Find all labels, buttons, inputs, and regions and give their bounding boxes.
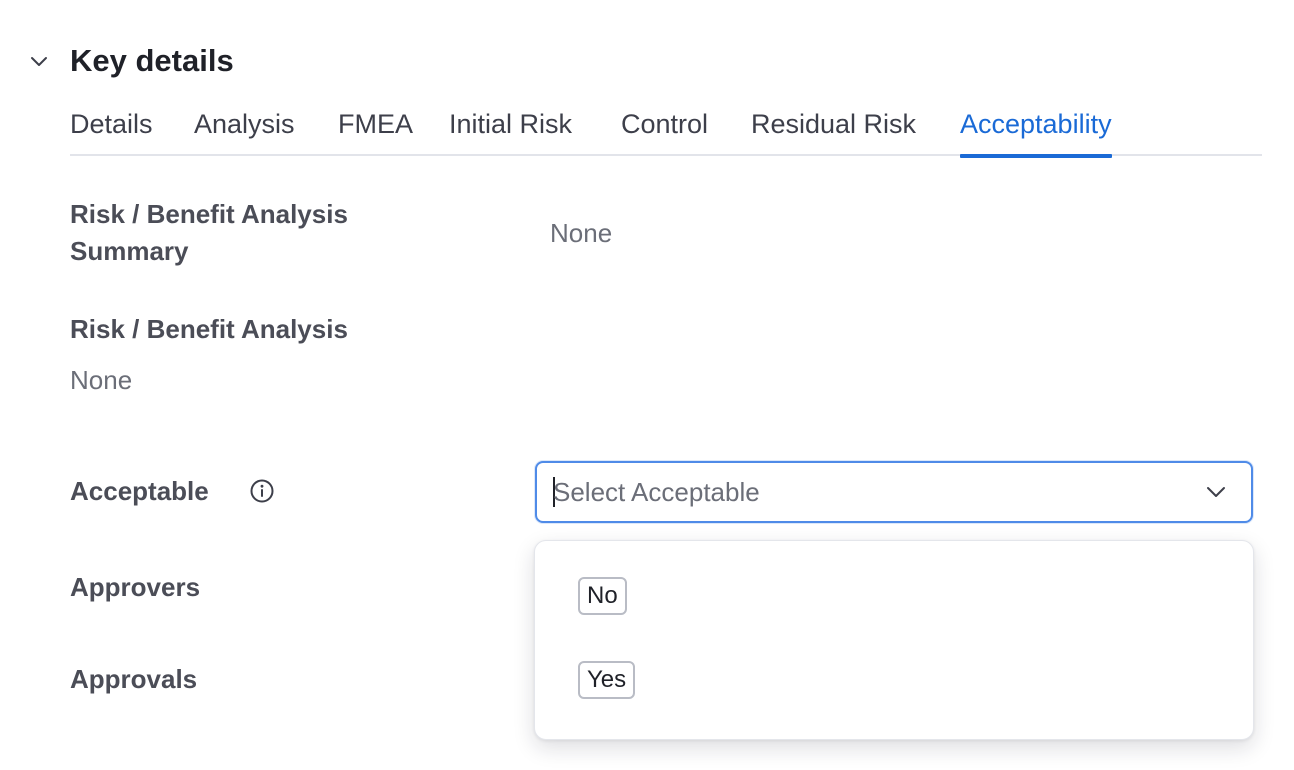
section-collapse-toggle[interactable] — [24, 46, 54, 76]
summary-label-line1: Risk / Benefit Analysis — [70, 199, 348, 229]
analysis-label: Risk / Benefit Analysis — [70, 314, 348, 344]
acceptable-dropdown-menu: No Yes — [534, 540, 1254, 740]
analysis-value: None — [70, 365, 133, 395]
tab-fmea[interactable]: FMEA — [338, 104, 413, 156]
tab-initial-risk[interactable]: Initial Risk — [449, 104, 572, 156]
acceptable-label: Acceptable — [70, 476, 209, 506]
key-details-page: Key details Details Analysis FMEA Initia… — [0, 0, 1294, 770]
section-title: Key details — [70, 43, 234, 78]
acceptable-select[interactable]: Select Acceptable — [535, 461, 1253, 523]
acceptable-select-placeholder[interactable]: Select Acceptable — [553, 463, 760, 521]
approvers-label: Approvers — [70, 572, 201, 602]
dropdown-option-no[interactable]: No — [535, 555, 1253, 639]
tab-control[interactable]: Control — [621, 104, 708, 156]
tab-acceptability[interactable]: Acceptability — [960, 104, 1112, 158]
tab-details[interactable]: Details — [70, 104, 153, 156]
summary-value: None — [550, 218, 613, 248]
approvals-label: Approvals — [70, 664, 198, 694]
chevron-down-icon — [31, 57, 47, 66]
section-header: Key details — [24, 40, 234, 82]
dropdown-option-yes[interactable]: Yes — [535, 639, 1253, 723]
option-tag[interactable]: Yes — [578, 661, 636, 699]
info-icon[interactable] — [249, 478, 275, 504]
tab-bar: Details Analysis FMEA Initial Risk Contr… — [70, 104, 1262, 158]
option-tag[interactable]: No — [578, 577, 627, 615]
summary-label-line2: Summary — [70, 236, 189, 266]
tab-analysis[interactable]: Analysis — [194, 104, 295, 156]
tab-residual-risk[interactable]: Residual Risk — [751, 104, 916, 156]
chevron-down-icon[interactable] — [1203, 479, 1229, 505]
